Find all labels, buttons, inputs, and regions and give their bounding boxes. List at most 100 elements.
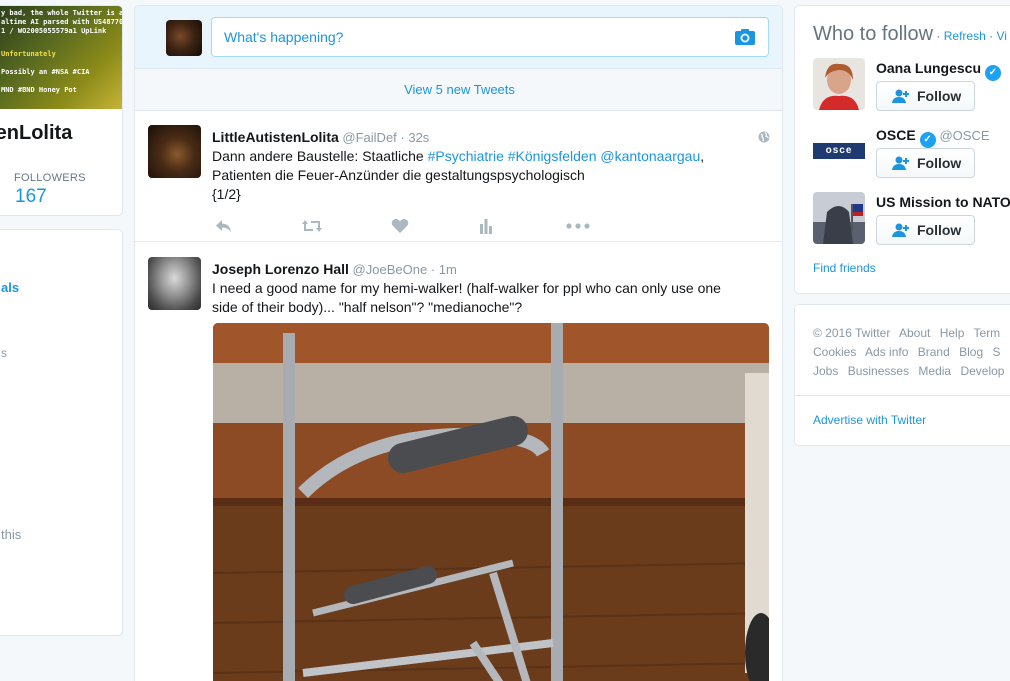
trend-item-meta: s	[1, 346, 7, 360]
footer-link-about[interactable]: About	[899, 326, 930, 340]
footer-row: Jobs Businesses Media Develop	[813, 362, 1010, 381]
analytics-icon[interactable]	[474, 216, 498, 236]
compose-placeholder: What's happening?	[224, 29, 344, 45]
find-friends-link[interactable]: Find friends	[813, 261, 876, 275]
compose-input[interactable]: What's happening?	[211, 17, 769, 57]
walker-photo-illustration	[213, 323, 769, 681]
tweet-text: I need a good name for my hemi-walker! (…	[212, 279, 767, 317]
view-all-link[interactable]: Vi	[996, 29, 1006, 43]
trends-card: als s this	[0, 229, 123, 636]
tweet-text-line: I need a good name for my hemi-walker! (…	[212, 280, 721, 296]
user-avatar[interactable]	[813, 192, 865, 244]
follow-button-label: Follow	[917, 155, 962, 171]
tweet-author-name[interactable]: Joseph Lorenzo Hall	[212, 261, 349, 277]
banner-text-line: altime AI parsed with US4877027	[1, 18, 123, 26]
followers-count[interactable]: 167	[15, 186, 47, 208]
banner-text-line: MND #BND Honey Pot	[1, 86, 77, 94]
footer-link-blog[interactable]: Blog	[959, 345, 983, 359]
suggested-user[interactable]: osce OSCE ✓ @OSCE Follow	[813, 125, 1010, 185]
profile-card: y bad, the whole Twitter is a altime AI …	[0, 5, 123, 216]
mention-link[interactable]: @kantonaargau	[600, 148, 700, 164]
footer-link-help[interactable]: Help	[940, 326, 965, 340]
footer-link-jobs[interactable]: Jobs	[813, 364, 838, 378]
tweet[interactable]: Joseph Lorenzo Hall @JoeBeOne · 1m I nee…	[135, 243, 782, 681]
reply-icon[interactable]	[212, 216, 236, 236]
tweet-actions	[212, 216, 612, 236]
footer-link-brand[interactable]: Brand	[918, 345, 950, 359]
more-icon[interactable]	[564, 216, 592, 236]
tweet-header: LittleAutistenLolita @FailDef · 32s	[212, 129, 429, 145]
verified-icon: ✓	[984, 65, 1001, 81]
compose-avatar[interactable]	[166, 20, 202, 56]
banner-text-line: Possibly an #NSA #CIA	[1, 68, 90, 76]
tweet-text-line: Patienten die Feuer-Anzünder die gestalt…	[212, 167, 585, 183]
timeline: What's happening? View 5 new Tweets Litt…	[134, 5, 783, 681]
user-name-line: US Mission to NATO	[876, 194, 1010, 210]
tweet-timestamp[interactable]: · 32s	[400, 130, 429, 145]
footer-copyright: © 2016 Twitter	[813, 326, 891, 340]
user-name[interactable]: Oana Lungescu	[876, 60, 981, 76]
retweet-icon[interactable]	[300, 216, 324, 236]
verified-icon: ✓	[919, 132, 936, 148]
tweet-text-line: side of their body)... "half nelson"? "m…	[212, 299, 523, 315]
footer-row: © 2016 Twitter About Help Term	[813, 324, 1010, 343]
osce-logo-text: osce	[815, 145, 863, 157]
footer-link-status[interactable]: S	[992, 345, 1000, 359]
tweet-text-segment: ,	[700, 148, 705, 164]
footer-row: Cookies Ads info Brand Blog S	[813, 343, 1010, 362]
followers-label[interactable]: FOLLOWERS	[14, 172, 86, 184]
who-to-follow-title: Who to follow · Refresh · Vi	[813, 23, 1007, 46]
tweet-text-line: {1/2}	[212, 186, 241, 202]
user-name[interactable]: US Mission to NATO	[876, 194, 1010, 210]
tweet-author-handle[interactable]: @FailDef	[342, 130, 396, 145]
tweet-author-name[interactable]: LittleAutistenLolita	[212, 129, 339, 145]
advertise-link[interactable]: Advertise with Twitter	[813, 413, 926, 427]
suggested-user[interactable]: US Mission to NATO Follow	[813, 192, 1010, 252]
tweet-avatar[interactable]	[148, 125, 201, 178]
camera-icon[interactable]	[734, 28, 756, 46]
suggested-user[interactable]: Oana Lungescu ✓ Follow	[813, 58, 1010, 118]
tweet[interactable]: LittleAutistenLolita @FailDef · 32s Dann…	[135, 112, 782, 242]
like-icon[interactable]	[388, 216, 412, 236]
separator: ·	[933, 29, 944, 43]
hashtag-link[interactable]: #Königsfelden	[508, 148, 597, 164]
who-to-follow-heading: Who to follow	[813, 23, 934, 45]
footer-link-developers[interactable]: Develop	[960, 364, 1004, 378]
user-avatar[interactable]: osce	[813, 125, 865, 177]
footer-card: © 2016 Twitter About Help Term Cookies A…	[794, 304, 1010, 446]
footer-link-ads-info[interactable]: Ads info	[865, 345, 908, 359]
refresh-link[interactable]: Refresh	[944, 29, 986, 43]
hashtag-link[interactable]: #Psychiatrie	[428, 148, 504, 164]
footer-link-businesses[interactable]: Businesses	[848, 364, 909, 378]
user-avatar[interactable]	[813, 58, 865, 110]
follow-button-label: Follow	[917, 88, 962, 104]
add-user-icon	[892, 223, 909, 237]
tweet-avatar[interactable]	[148, 257, 201, 310]
footer-link-media[interactable]: Media	[918, 364, 951, 378]
follow-button[interactable]: Follow	[876, 148, 975, 178]
user-name[interactable]: OSCE	[876, 127, 916, 143]
user-name-line: Oana Lungescu ✓	[876, 60, 1001, 81]
footer-link-terms[interactable]: Term	[974, 326, 1001, 340]
footer-link-cookies[interactable]: Cookies	[813, 345, 856, 359]
add-user-icon	[892, 156, 909, 170]
tweet-photo[interactable]	[213, 323, 769, 681]
follow-button[interactable]: Follow	[876, 215, 975, 245]
user-name-line: OSCE ✓ @OSCE	[876, 127, 990, 148]
user-handle[interactable]: @OSCE	[939, 128, 989, 143]
profile-banner[interactable]: y bad, the whole Twitter is a altime AI …	[0, 6, 123, 109]
tweet-text-line: Dann andere Baustelle: Staatliche #Psych…	[212, 147, 732, 166]
who-to-follow-card: Who to follow · Refresh · Vi Oana Lunges…	[794, 5, 1010, 294]
tweet-text: Dann andere Baustelle: Staatliche #Psych…	[212, 147, 732, 204]
banner-text-line: 1 / WO2005055579a1 UpLink	[1, 27, 107, 35]
profile-name[interactable]: tenLolita	[0, 122, 72, 145]
tweet-author-handle[interactable]: @JoeBeOne	[353, 262, 428, 277]
follow-button-label: Follow	[917, 222, 962, 238]
follow-button[interactable]: Follow	[876, 81, 975, 111]
new-tweets-bar[interactable]: View 5 new Tweets	[135, 69, 782, 111]
footer-links: © 2016 Twitter About Help Term Cookies A…	[813, 324, 1010, 381]
add-user-icon	[892, 89, 909, 103]
trend-item[interactable]: als	[1, 280, 19, 295]
tweet-timestamp[interactable]: · 1m	[431, 262, 457, 277]
osce-logo: osce	[813, 143, 865, 159]
